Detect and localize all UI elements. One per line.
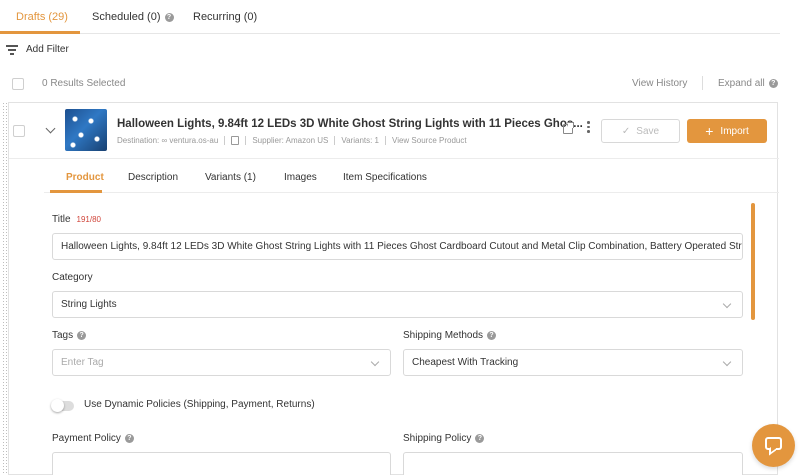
chevron-down-icon[interactable] bbox=[45, 123, 56, 134]
top-tabs: Drafts (29) Scheduled (0)? Recurring (0) bbox=[0, 0, 780, 34]
select-all-checkbox[interactable] bbox=[12, 78, 24, 90]
item-header: Halloween Lights, 9.84ft 12 LEDs 3D Whit… bbox=[9, 103, 779, 159]
chat-icon bbox=[765, 437, 782, 450]
external-link-icon[interactable] bbox=[563, 122, 574, 134]
product-thumbnail bbox=[65, 109, 107, 151]
shipping-methods-value: Cheapest With Tracking bbox=[412, 357, 519, 368]
expand-all-label: Expand all bbox=[718, 78, 765, 89]
payment-policy-select[interactable] bbox=[52, 452, 391, 475]
item-supplier: Supplier: Amazon US bbox=[252, 136, 329, 145]
category-label: Category bbox=[52, 272, 93, 283]
view-source-link[interactable]: View Source Product bbox=[392, 136, 467, 145]
help-icon[interactable]: ? bbox=[77, 331, 87, 340]
tab-product[interactable]: Product bbox=[66, 172, 104, 183]
help-icon[interactable]: ? bbox=[768, 79, 778, 88]
help-icon[interactable]: ? bbox=[164, 13, 174, 22]
chat-button[interactable] bbox=[752, 424, 795, 467]
help-icon[interactable]: ? bbox=[124, 434, 134, 443]
plus-icon: + bbox=[705, 123, 714, 139]
title-input[interactable]: Halloween Lights, 9.84ft 12 LEDs 3D Whit… bbox=[52, 233, 743, 260]
add-filter-button[interactable]: Add Filter bbox=[6, 44, 69, 55]
item-variants: Variants: 1 bbox=[341, 136, 380, 145]
title-label-text: Title bbox=[52, 214, 71, 225]
expand-all-link[interactable]: Expand all? bbox=[718, 78, 778, 89]
tab-drafts[interactable]: Drafts (29) bbox=[16, 11, 68, 23]
shipping-policy-label: Shipping Policy? bbox=[403, 433, 485, 444]
item-subtabs: Product Description Variants (1) Images … bbox=[44, 163, 779, 193]
divider bbox=[702, 76, 703, 90]
shipping-methods-label: Shipping Methods? bbox=[403, 330, 497, 341]
item-meta: Destination: ∞ ventura.os-au Supplier: A… bbox=[117, 136, 467, 145]
shipping-policy-select[interactable] bbox=[403, 452, 743, 475]
tab-description[interactable]: Description bbox=[128, 172, 178, 183]
item-title: Halloween Lights, 9.84ft 12 LEDs 3D Whit… bbox=[117, 118, 583, 130]
chevron-down-icon bbox=[722, 357, 732, 367]
import-label: Import bbox=[720, 125, 749, 137]
dynamic-policies-toggle[interactable] bbox=[51, 399, 74, 412]
help-icon[interactable]: ? bbox=[487, 331, 497, 340]
tags-input[interactable]: Enter Tag bbox=[52, 349, 391, 376]
tab-scheduled[interactable]: Scheduled (0)? bbox=[92, 11, 174, 23]
shipping-methods-select[interactable]: Cheapest With Tracking bbox=[403, 349, 743, 376]
save-button[interactable]: ✓ Save bbox=[601, 119, 680, 143]
item-checkbox[interactable] bbox=[13, 125, 25, 137]
active-tab-indicator bbox=[0, 31, 80, 34]
tab-variants[interactable]: Variants (1) bbox=[205, 172, 256, 183]
draft-item-card: Halloween Lights, 9.84ft 12 LEDs 3D Whit… bbox=[8, 102, 779, 475]
dynamic-policies-label: Use Dynamic Policies (Shipping, Payment,… bbox=[84, 399, 315, 410]
scrollbar[interactable] bbox=[751, 203, 755, 320]
title-label: Title 191/80 bbox=[52, 214, 101, 225]
tab-images[interactable]: Images bbox=[284, 172, 317, 183]
tab-scheduled-label: Scheduled (0) bbox=[92, 11, 161, 23]
chevron-down-icon bbox=[370, 357, 380, 367]
category-select[interactable]: String Lights bbox=[52, 291, 743, 318]
chevron-down-icon bbox=[722, 299, 732, 309]
shipping-methods-label-text: Shipping Methods bbox=[403, 330, 484, 341]
tab-recurring[interactable]: Recurring (0) bbox=[193, 11, 257, 23]
note-icon[interactable] bbox=[231, 136, 240, 145]
results-selected-text: 0 Results Selected bbox=[42, 78, 126, 89]
item-destination: Destination: ∞ ventura.os-au bbox=[117, 136, 219, 145]
filter-icon bbox=[6, 45, 18, 55]
shipping-policy-label-text: Shipping Policy bbox=[403, 433, 472, 444]
tags-placeholder: Enter Tag bbox=[61, 357, 104, 368]
tags-label-text: Tags bbox=[52, 330, 74, 341]
payment-policy-label: Payment Policy? bbox=[52, 433, 134, 444]
more-options-icon[interactable] bbox=[587, 121, 590, 135]
results-toolbar: 0 Results Selected View History Expand a… bbox=[0, 74, 780, 94]
category-value: String Lights bbox=[61, 299, 117, 310]
view-history-link[interactable]: View History bbox=[632, 78, 687, 89]
import-button[interactable]: + Import bbox=[687, 119, 767, 143]
check-icon: ✓ bbox=[621, 125, 631, 137]
add-filter-label: Add Filter bbox=[26, 44, 69, 55]
tab-item-specifications[interactable]: Item Specifications bbox=[343, 172, 427, 183]
active-subtab-indicator bbox=[50, 190, 102, 193]
help-icon[interactable]: ? bbox=[475, 434, 485, 443]
tags-label: Tags? bbox=[52, 330, 87, 341]
payment-policy-label-text: Payment Policy bbox=[52, 433, 121, 444]
title-char-counter: 191/80 bbox=[76, 215, 101, 224]
save-label: Save bbox=[636, 125, 660, 137]
